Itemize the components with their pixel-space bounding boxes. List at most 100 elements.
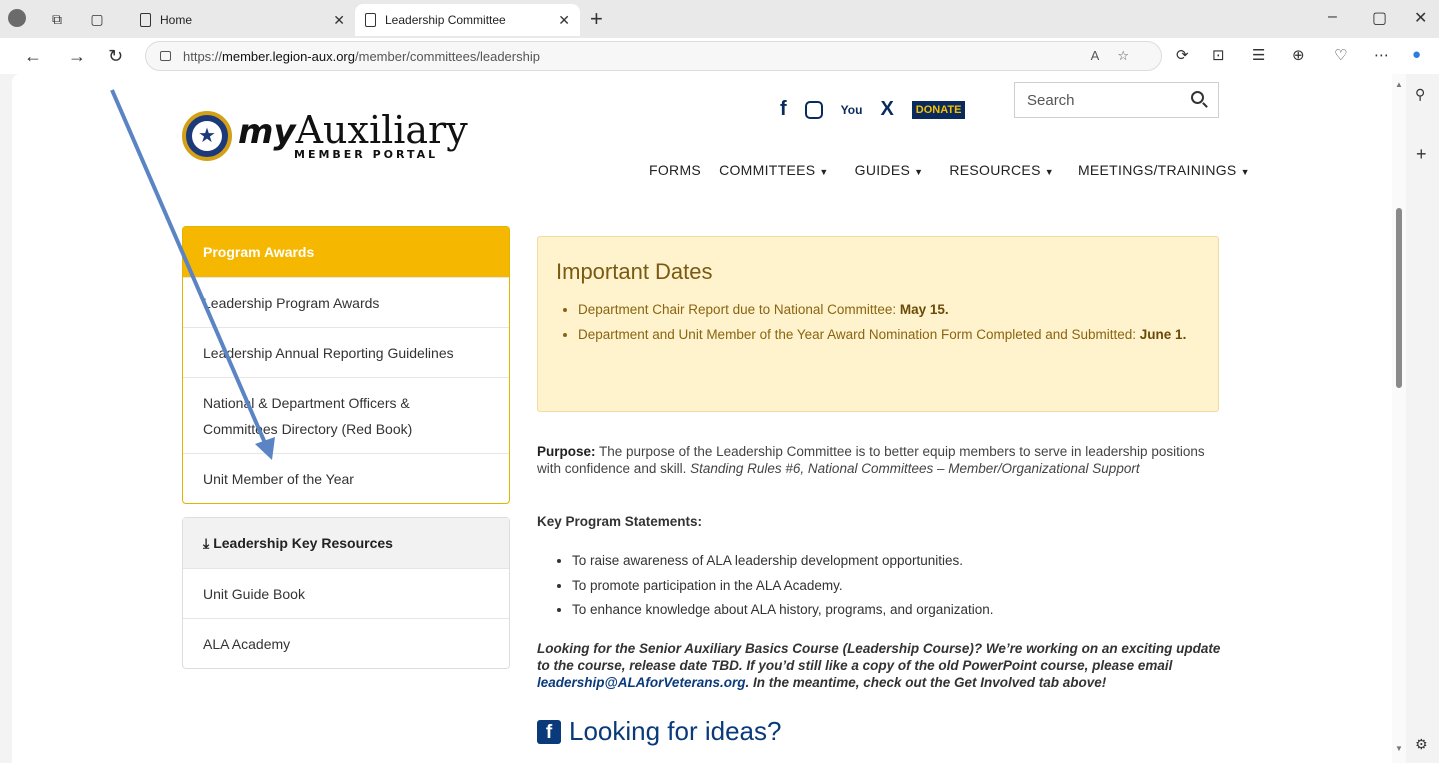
date-value: June 1. xyxy=(1139,327,1187,342)
nav-label: MEETINGS/TRAININGS xyxy=(1077,162,1237,178)
address-toolbar: ← → ↻ https://member.legion-aux.org/memb… xyxy=(0,38,1439,74)
date-text: Department and Unit Member of the Year A… xyxy=(578,327,1140,342)
url-prefix: https:// xyxy=(183,48,223,64)
program-awards-heading: Program Awards xyxy=(183,227,509,277)
page-viewport: ★ myAuxiliary MEMBER PORTAL f You X DONA… xyxy=(12,74,1392,763)
browser-window: ⧉ ▢ Home ✕ Leadership Committee ✕ + – ▢ … xyxy=(0,0,1439,763)
key-program-statements-list: To raise awareness of ALA leadership dev… xyxy=(572,549,994,623)
date-text: Department Chair Report due to National … xyxy=(578,302,900,317)
settings-icon[interactable]: ⚙ xyxy=(1415,736,1428,753)
nav-label: GUIDES xyxy=(854,162,911,178)
sidebar-item-ala-academy[interactable]: ALA Academy xyxy=(183,618,509,668)
page-scrollbar[interactable]: ▲ ▼ xyxy=(1392,74,1406,763)
sidebar-item-annual-reporting-guidelines[interactable]: Leadership Annual Reporting Guidelines xyxy=(183,327,509,377)
address-bar[interactable]: https://member.legion-aux.org/member/com… xyxy=(145,41,1162,71)
workspaces-icon[interactable]: ⧉ xyxy=(48,10,66,28)
nav-meetings-trainings[interactable]: MEETINGS/TRAININGS ▼ xyxy=(1078,162,1250,178)
tab-strip: ⧉ ▢ Home ✕ Leadership Committee ✕ + – ▢ … xyxy=(0,0,1439,38)
extensions-icon[interactable]: ⟳ xyxy=(1176,46,1189,64)
close-icon[interactable]: ✕ xyxy=(558,12,570,29)
scroll-up-icon[interactable]: ▲ xyxy=(1395,80,1403,89)
restore-icon[interactable]: ▢ xyxy=(1372,8,1387,28)
url-path: /member/committees/leadership xyxy=(355,48,540,64)
list-item: To enhance knowledge about ALA history, … xyxy=(572,598,994,623)
nav-committees[interactable]: COMMITTEES ▼ xyxy=(719,162,829,178)
star-icon: ★ xyxy=(192,120,222,151)
close-icon[interactable]: ✕ xyxy=(333,12,345,29)
list-item: Department Chair Report due to National … xyxy=(578,297,1200,322)
logo-main: myAuxiliary xyxy=(238,110,468,152)
emblem-icon: ★ xyxy=(182,110,232,161)
scroll-down-icon[interactable]: ▼ xyxy=(1395,744,1403,753)
key-program-statements-heading: Key Program Statements: xyxy=(537,514,703,529)
sidebar-item-label: Unit Guide Book xyxy=(203,585,305,602)
key-resources-title: Leadership Key Resources xyxy=(213,535,393,551)
key-resources-heading: ⤓ Leadership Key Resources xyxy=(183,518,509,568)
ideas-title: Looking for ideas? xyxy=(569,716,782,746)
purpose-label: Purpose: xyxy=(537,444,596,459)
instagram-icon[interactable] xyxy=(804,100,823,119)
sidebar-item-leadership-program-awards[interactable]: Leadership Program Awards xyxy=(183,277,509,327)
purpose-paragraph: Purpose: The purpose of the Leadership C… xyxy=(537,443,1207,477)
key-resources-panel: ⤓ Leadership Key Resources Unit Guide Boo… xyxy=(182,517,510,669)
add-icon[interactable]: + xyxy=(1416,144,1427,165)
site-logo[interactable]: ★ myAuxiliary MEMBER PORTAL xyxy=(182,110,468,161)
purpose-citation: Standing Rules #6, National Committees –… xyxy=(690,461,1140,476)
browser-essentials-icon[interactable]: ♡ xyxy=(1334,46,1347,64)
copilot-icon[interactable]: ● xyxy=(1412,46,1421,63)
sidebar-item-unit-member-of-the-year[interactable]: Unit Member of the Year xyxy=(183,453,509,503)
search-input[interactable]: Search xyxy=(1014,82,1219,118)
donate-button[interactable]: DONATE xyxy=(911,100,966,119)
lock-icon xyxy=(160,51,171,61)
new-tab-icon[interactable]: + xyxy=(590,6,603,32)
search-placeholder: Search xyxy=(1027,91,1075,109)
nav-guides[interactable]: GUIDES ▼ xyxy=(855,162,924,178)
sidebar-item-unit-guide-book[interactable]: Unit Guide Book xyxy=(183,568,509,618)
sidebar-item-label: Unit Member of the Year xyxy=(203,470,354,487)
favorites-icon[interactable]: ☰ xyxy=(1252,46,1265,64)
facebook-icon[interactable]: f xyxy=(780,98,787,121)
refresh-icon[interactable]: ↻ xyxy=(108,46,123,67)
tab-home[interactable]: Home ✕ xyxy=(130,4,355,36)
tab-title: Home xyxy=(160,13,193,27)
scrollbar-thumb[interactable] xyxy=(1396,208,1402,388)
sidebar-item-label: ALA Academy xyxy=(203,635,291,652)
important-dates-title: Important Dates xyxy=(556,259,713,284)
important-dates-list: Department Chair Report due to National … xyxy=(578,297,1200,347)
list-item: To raise awareness of ALA leadership dev… xyxy=(572,549,994,574)
download-icon: ⤓ xyxy=(203,534,210,551)
forward-icon[interactable]: → xyxy=(68,46,86,67)
nav-resources[interactable]: RESOURCES ▼ xyxy=(949,162,1054,178)
nav-label: FORMS xyxy=(649,162,702,178)
url-host: member.legion-aux.org xyxy=(222,48,355,64)
x-icon[interactable]: X xyxy=(880,98,893,121)
sidebar-item-red-book[interactable]: National & Department Officers & Committ… xyxy=(183,377,509,453)
nav-label: RESOURCES xyxy=(949,162,1041,178)
logo-wordmark: myAuxiliary MEMBER PORTAL xyxy=(238,110,468,161)
more-icon[interactable]: ⋯ xyxy=(1374,46,1389,64)
facebook-square-icon: f xyxy=(537,719,561,744)
window-close-icon[interactable]: ✕ xyxy=(1414,8,1427,28)
profile-icon[interactable] xyxy=(8,9,26,27)
collections-icon[interactable]: ⊕ xyxy=(1292,46,1305,64)
tab-actions-icon[interactable]: ▢ xyxy=(88,10,106,28)
main-nav: FORMS COMMITTEES ▼ GUIDES ▼ RESOURCES ▼ MEE… xyxy=(649,162,1250,178)
looking-for-ideas-heading: f Looking for ideas? xyxy=(537,716,781,747)
search-icon[interactable]: ⚲ xyxy=(1415,86,1425,103)
email-link[interactable]: leadership@ALAforVeterans.org xyxy=(537,675,745,690)
caret-down-icon: ▼ xyxy=(1240,167,1250,177)
list-item: Department and Unit Member of the Year A… xyxy=(578,322,1200,347)
nav-forms[interactable]: FORMS xyxy=(649,162,701,178)
logo-auxiliary: Auxiliary xyxy=(295,108,468,152)
note-text: . In the meantime, check out the Get Inv… xyxy=(745,675,1107,690)
read-aloud-favorite-icons[interactable]: A☆ xyxy=(1091,48,1147,64)
back-icon[interactable]: ← xyxy=(24,46,42,67)
minimize-icon[interactable]: – xyxy=(1328,8,1337,26)
note-text: Looking for the Senior Auxiliary Basics … xyxy=(537,641,1221,673)
sidebar-item-label: Leadership Annual Reporting Guidelines xyxy=(203,344,454,361)
youtube-icon[interactable]: You xyxy=(841,103,863,117)
split-screen-icon[interactable]: ⊡ xyxy=(1212,46,1225,64)
tab-leadership-committee[interactable]: Leadership Committee ✕ xyxy=(355,4,580,36)
search-icon[interactable] xyxy=(1191,91,1204,104)
senior-course-note: Looking for the Senior Auxiliary Basics … xyxy=(537,640,1227,691)
